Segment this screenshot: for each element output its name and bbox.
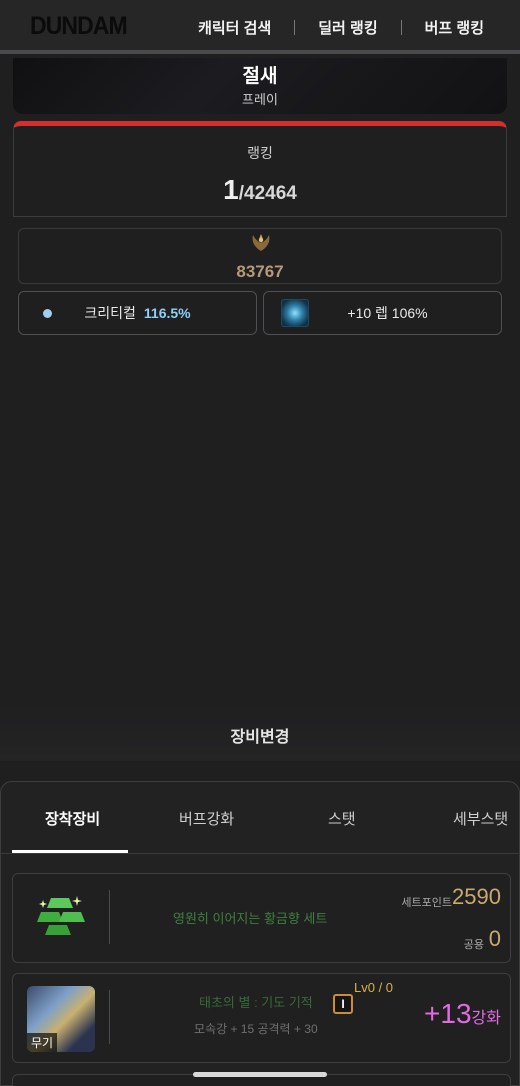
skill-level-text: +10 렙 106%: [347, 305, 428, 321]
crit-dot-icon: [43, 309, 52, 318]
score-card: 83767: [18, 228, 502, 284]
home-indicator[interactable]: [193, 1072, 327, 1077]
tier-badge: I: [333, 994, 353, 1014]
set-point-value: 2590: [452, 884, 501, 909]
nav-divider: [400, 20, 402, 35]
ranking-value: 1/42464: [14, 174, 506, 206]
crit-value: 116.5%: [143, 305, 191, 321]
common-label: 공용: [463, 939, 484, 951]
tab-equipped[interactable]: 장착장비: [45, 808, 100, 829]
nav-dealer-ranking[interactable]: 딜러 랭킹: [318, 17, 377, 38]
skill-icon: [281, 299, 309, 327]
set-point-label: 세트포인트: [401, 897, 452, 909]
nav-divider: [294, 20, 296, 35]
crit-label: 크리티컬: [84, 305, 136, 321]
top-nav: 캐릭터 검색 딜러 랭킹 버프 랭킹: [198, 17, 484, 38]
change-equipment-button[interactable]: 장비변경: [0, 705, 520, 761]
weapon-name: 태초의 별 : 기도 기적: [199, 995, 313, 1010]
divider: [109, 890, 110, 944]
set-item-card[interactable]: 영원히 이어지는 황금향 세트 세트포인트 2590 공용 0: [12, 873, 511, 963]
score-value: 83767: [236, 262, 284, 281]
character-name: 절새: [242, 66, 278, 87]
logo[interactable]: DUNDAM: [30, 12, 128, 41]
weapon-slot-tag: 무기: [27, 1033, 58, 1052]
tab-buff-enhance[interactable]: 버프강화: [179, 808, 234, 829]
laurel-emblem-icon: [252, 234, 270, 251]
crit-stat: 크리티컬 116.5%: [18, 291, 257, 335]
gold-bars-icon: [37, 896, 85, 935]
enhance-level: +13강화: [424, 998, 501, 1030]
character-banner: 절새 프레이: [13, 58, 507, 114]
tab-stats[interactable]: 스탯: [328, 808, 356, 829]
set-name: 영원히 이어지는 황금향 세트: [173, 911, 328, 926]
active-tab-indicator: [12, 850, 128, 853]
character-job: 프레이: [242, 92, 278, 107]
tab-detail-stats[interactable]: 세부스탯: [453, 808, 508, 829]
ranking-card: 랭킹 1/42464: [13, 121, 507, 217]
weapon-stats: 모속강 + 15 공격력 + 30: [194, 1022, 318, 1036]
weapon-image: 무기: [27, 986, 95, 1052]
weapon-item-card[interactable]: 무기 태초의 별 : 기도 기적 I Lv0 / 0 모속강 + 15 공격력 …: [12, 973, 511, 1063]
equipment-tabs: 장착장비 버프강화 스탯 세부스탯: [1, 782, 520, 854]
common-value: 0: [488, 926, 501, 951]
ranking-label: 랭킹: [247, 145, 273, 161]
weapon-level: Lv0 / 0: [354, 980, 394, 995]
equipment-panel: 장착장비 버프강화 스탯 세부스탯 영원히 이어지는 황금향 세트 세트포인트 …: [0, 781, 520, 1086]
ranking-total: /42464: [238, 183, 297, 204]
nav-character-search[interactable]: 캐릭터 검색: [198, 17, 271, 38]
divider: [109, 990, 110, 1044]
enhance-unit: 강화: [471, 1010, 501, 1027]
change-equipment-label: 장비변경: [230, 729, 290, 746]
skill-level-stat: +10 렙 106%: [263, 291, 502, 335]
ranking-rank: 1: [223, 174, 239, 205]
top-bar: DUNDAM 캐릭터 검색 딜러 랭킹 버프 랭킹: [0, 0, 520, 54]
enhance-value: +13: [424, 998, 472, 1029]
nav-buff-ranking[interactable]: 버프 랭킹: [425, 17, 484, 38]
